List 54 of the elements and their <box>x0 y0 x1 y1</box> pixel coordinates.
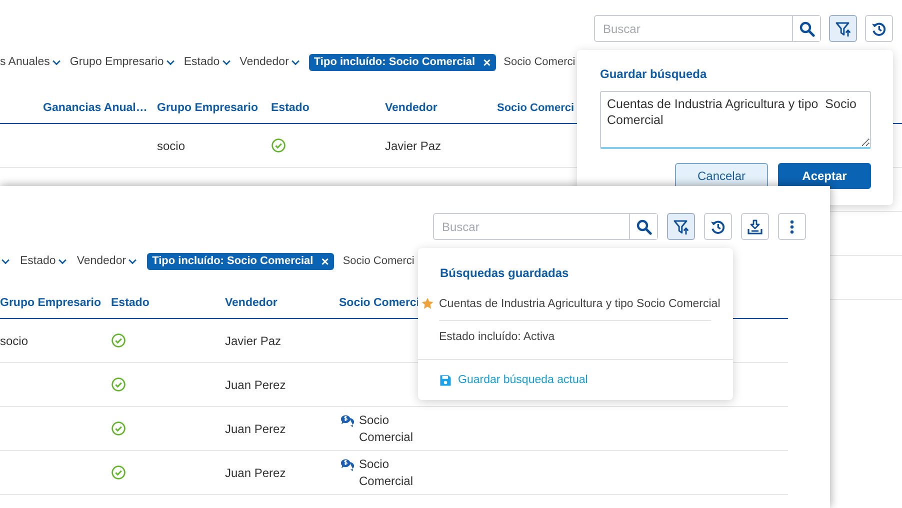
history-icon <box>871 20 887 36</box>
accept-button[interactable]: Aceptar <box>778 163 871 189</box>
table-cell: socio <box>0 334 28 348</box>
search-icon <box>798 20 814 36</box>
filter-dropdown[interactable]: Estado <box>184 56 232 68</box>
chip-label: Tipo incluído: Socio Comercial <box>152 255 314 267</box>
column-header[interactable]: Estado <box>111 296 225 308</box>
search-button[interactable] <box>629 214 657 239</box>
table-cell: Juan Perez <box>225 422 286 436</box>
filter-dropdown[interactable]: s Anuales <box>0 56 62 68</box>
column-header[interactable]: Vendedor <box>225 296 339 308</box>
search-name-field[interactable]: Cuentas de Industria Agricultura y tipo Socio Comercial <box>600 91 871 149</box>
filter-button[interactable] <box>829 15 857 42</box>
remove-chip-button[interactable]: × <box>475 56 491 68</box>
search-field[interactable]: Buscar <box>434 214 629 239</box>
column-header[interactable]: Grupo Empresario <box>157 102 271 114</box>
search-icon <box>636 218 652 234</box>
column-header[interactable]: Ganancias Anual… <box>43 102 157 114</box>
filter-icon <box>673 218 689 234</box>
search-button[interactable] <box>792 16 820 41</box>
column-header[interactable]: Vendedor <box>385 102 499 114</box>
saved-search-item[interactable]: Estado incluído: Activa <box>439 331 555 343</box>
table-cell: Javier Paz <box>225 334 282 348</box>
history-button[interactable] <box>704 213 732 240</box>
popover-title: Guardar búsqueda <box>600 67 708 81</box>
download-button[interactable] <box>741 213 769 240</box>
search-field[interactable]: Buscar <box>595 16 792 41</box>
table-cell: socio <box>157 138 186 152</box>
history-button[interactable] <box>865 15 893 42</box>
search-box[interactable]: Buscar <box>594 15 821 42</box>
column-header[interactable]: Estado <box>271 102 385 114</box>
remove-chip-button[interactable]: × <box>313 254 329 268</box>
saved-search-item[interactable]: Cuentas de Industria Agricultura y tipo Socio Comercial <box>439 298 720 310</box>
filter-dropdown[interactable]: Estado <box>20 255 68 267</box>
filter-dropdown[interactable]: Vendedor <box>76 255 138 267</box>
filter-dropdown[interactable]: Vendedor <box>240 56 301 68</box>
filter-icon <box>835 20 851 36</box>
filter-dropdown[interactable]: Grupo Empresario <box>70 56 176 68</box>
search-box[interactable]: Buscar <box>433 213 658 240</box>
filter-label: Socio Comerci <box>504 56 576 68</box>
table-cell: Juan Perez <box>225 466 286 480</box>
popover-title: Búsquedas guardadas <box>440 266 570 280</box>
filter-label: Socio Comerci <box>342 255 414 267</box>
partner-icon <box>339 412 356 428</box>
save-icon <box>439 374 452 386</box>
column-header[interactable]: Grupo Empresario <box>0 296 111 308</box>
chip-label: Tipo incluído: Socio Comercial <box>314 56 476 68</box>
more-button[interactable] <box>778 213 806 240</box>
table-cell: Juan Perez <box>225 378 286 392</box>
table-cell: Javier Paz <box>385 138 442 152</box>
download-icon <box>747 218 763 234</box>
partner-icon <box>339 456 356 472</box>
history-icon <box>710 218 726 234</box>
filter-button[interactable] <box>667 213 695 240</box>
